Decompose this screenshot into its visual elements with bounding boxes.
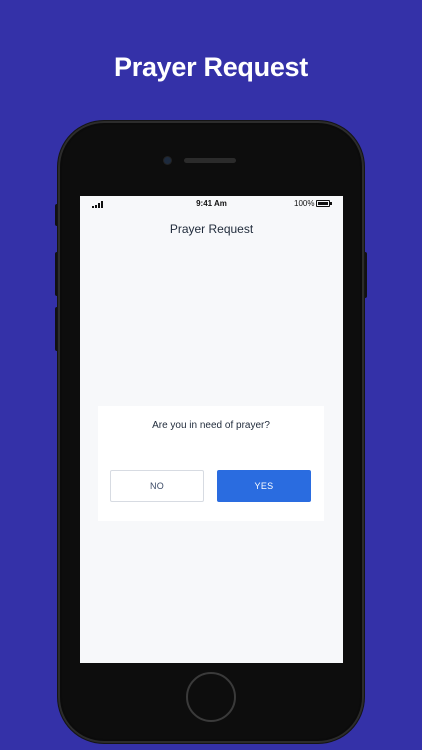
battery-full-icon [316, 200, 332, 207]
phone-screen: 9:41 Am 100% Prayer Request Are you in n… [80, 196, 343, 663]
earpiece-speaker [184, 158, 236, 163]
battery-percentage: 100% [294, 199, 315, 208]
screen-title: Prayer Request [169, 222, 254, 236]
home-button[interactable] [186, 672, 236, 722]
yes-button[interactable]: YES [217, 470, 311, 502]
dialog-question: Are you in need of prayer? [152, 420, 270, 431]
prayer-dialog: Are you in need of prayer? NO YES [98, 406, 324, 521]
front-camera-icon [164, 157, 171, 164]
no-button[interactable]: NO [110, 470, 204, 502]
page-heading: Prayer Request [114, 52, 308, 82]
status-bar: 9:41 Am 100% [80, 196, 343, 210]
